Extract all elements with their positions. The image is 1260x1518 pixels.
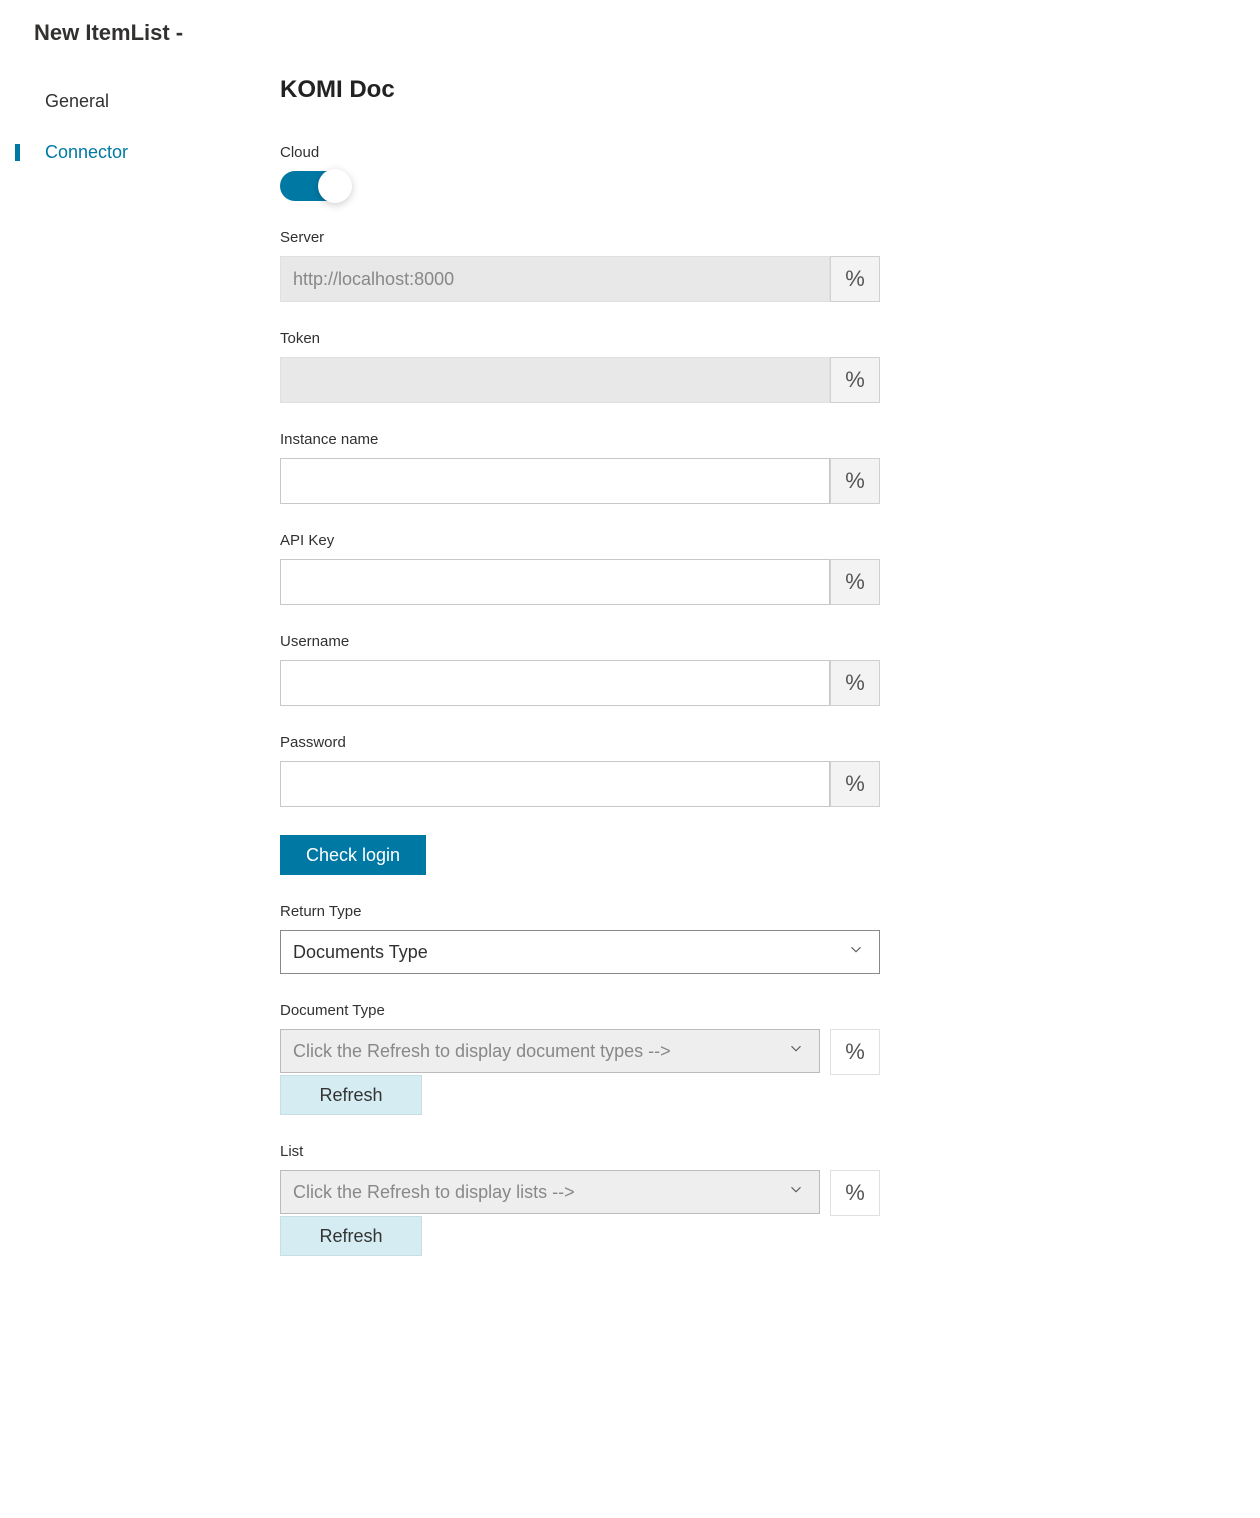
list-placeholder: Click the Refresh to display lists --> xyxy=(293,1182,575,1203)
chevron-down-icon xyxy=(787,1181,805,1204)
section-title: KOMI Doc xyxy=(280,76,880,104)
server-percent-button[interactable]: % xyxy=(830,256,880,302)
instance-name-label: Instance name xyxy=(280,431,880,448)
username-label: Username xyxy=(280,633,880,650)
api-key-percent-button[interactable]: % xyxy=(830,559,880,605)
token-percent-button[interactable]: % xyxy=(830,357,880,403)
document-type-label: Document Type xyxy=(280,1002,880,1019)
username-percent-button[interactable]: % xyxy=(830,660,880,706)
document-type-percent-button[interactable]: % xyxy=(830,1029,880,1075)
token-label: Token xyxy=(280,330,880,347)
username-input[interactable] xyxy=(280,660,830,706)
document-type-select[interactable]: Click the Refresh to display document ty… xyxy=(280,1029,820,1073)
main-content: KOMI Doc Cloud Server % Token % xyxy=(280,76,1260,1256)
sidebar-item-general[interactable]: General xyxy=(15,76,280,127)
password-label: Password xyxy=(280,734,880,751)
cloud-label: Cloud xyxy=(280,144,880,161)
check-login-button[interactable]: Check login xyxy=(280,835,426,875)
return-type-label: Return Type xyxy=(280,903,880,920)
api-key-label: API Key xyxy=(280,532,880,549)
sidebar-item-label: Connector xyxy=(45,142,128,162)
instance-name-percent-button[interactable]: % xyxy=(830,458,880,504)
return-type-select[interactable]: Documents Type xyxy=(280,930,880,974)
instance-name-input[interactable] xyxy=(280,458,830,504)
password-percent-button[interactable]: % xyxy=(830,761,880,807)
chevron-down-icon xyxy=(847,941,865,964)
return-type-value: Documents Type xyxy=(293,942,428,963)
document-type-refresh-button[interactable]: Refresh xyxy=(280,1075,422,1115)
server-input xyxy=(280,256,830,302)
list-refresh-button[interactable]: Refresh xyxy=(280,1216,422,1256)
password-input[interactable] xyxy=(280,761,830,807)
list-label: List xyxy=(280,1143,880,1160)
list-select[interactable]: Click the Refresh to display lists --> xyxy=(280,1170,820,1214)
sidebar-item-connector[interactable]: Connector xyxy=(15,127,280,178)
list-percent-button[interactable]: % xyxy=(830,1170,880,1216)
api-key-input[interactable] xyxy=(280,559,830,605)
page-title: New ItemList - xyxy=(0,20,1260,76)
server-label: Server xyxy=(280,229,880,246)
sidebar-item-label: General xyxy=(45,91,109,111)
token-input xyxy=(280,357,830,403)
document-type-placeholder: Click the Refresh to display document ty… xyxy=(293,1041,671,1062)
toggle-knob xyxy=(318,169,352,203)
chevron-down-icon xyxy=(787,1040,805,1063)
sidebar: General Connector xyxy=(0,76,280,1256)
cloud-toggle[interactable] xyxy=(280,171,350,201)
